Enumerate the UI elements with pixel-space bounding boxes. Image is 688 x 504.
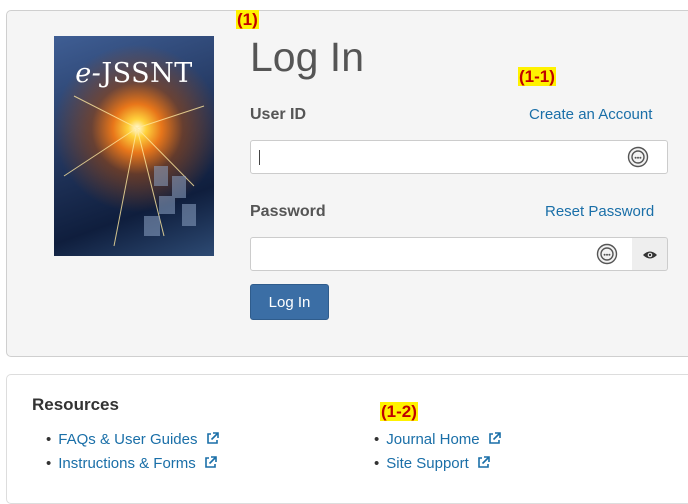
journal-cover-image: e-JSSNT — [54, 36, 214, 256]
password-manager-icon[interactable] — [627, 146, 649, 168]
cover-title: e-JSSNT — [75, 58, 193, 89]
user-id-label: User ID — [250, 106, 307, 123]
password-manager-icon[interactable] — [596, 243, 618, 265]
external-link-icon — [206, 432, 219, 444]
create-account-link[interactable]: Create an Account — [529, 106, 652, 123]
external-link-icon — [489, 432, 501, 444]
show-password-toggle[interactable] — [632, 237, 668, 271]
reset-password-link[interactable]: Reset Password — [545, 203, 654, 220]
resource-link-faqs[interactable]: • FAQs & User Guides — [46, 431, 219, 448]
external-link-icon — [205, 456, 217, 468]
resources-title: Resources — [32, 395, 119, 414]
resource-link-site-support[interactable]: • Site Support — [374, 455, 490, 472]
resource-link-journal-home[interactable]: • Journal Home — [374, 431, 501, 448]
resource-link-instructions[interactable]: • Instructions & Forms — [46, 455, 217, 472]
annotation-marker-1: (1) — [236, 10, 259, 29]
page-title: Log In — [250, 34, 364, 80]
password-label: Password — [250, 203, 326, 220]
annotation-marker-1-1: (1-1) — [518, 67, 556, 86]
login-button[interactable]: Log In — [250, 284, 329, 320]
annotation-marker-1-2: (1-2) — [380, 402, 418, 421]
eye-icon — [643, 251, 657, 259]
user-id-input[interactable] — [250, 140, 668, 174]
password-input[interactable] — [250, 237, 633, 271]
text-cursor — [259, 150, 260, 165]
external-link-icon — [478, 456, 490, 468]
